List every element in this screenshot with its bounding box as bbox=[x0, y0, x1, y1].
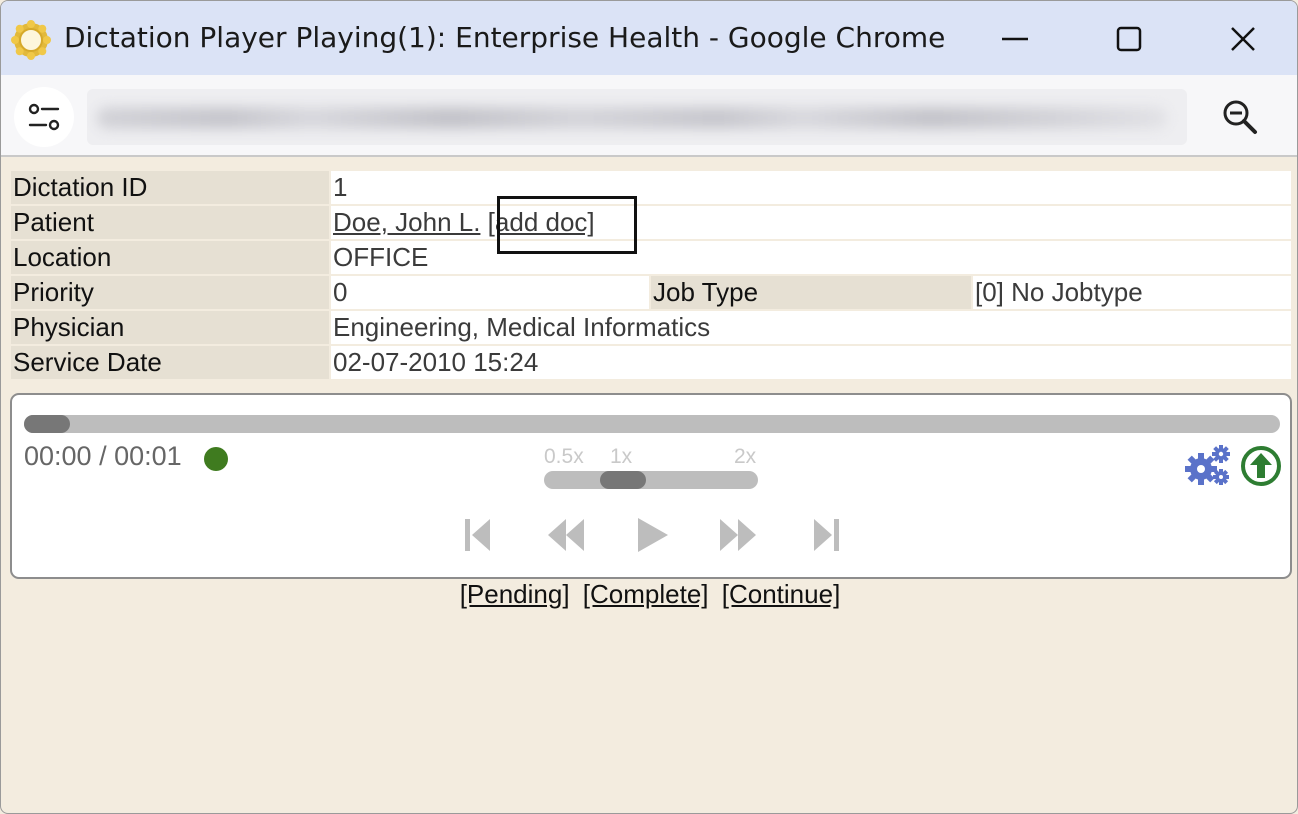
play-icon bbox=[638, 518, 668, 552]
fast-forward-button[interactable] bbox=[716, 513, 760, 557]
row-dictation-id: Dictation ID 1 bbox=[11, 171, 1291, 205]
job-type-value: [0] No Jobtype bbox=[973, 276, 1291, 309]
url-field[interactable] bbox=[87, 89, 1187, 145]
location-label: Location bbox=[11, 241, 329, 274]
fast-forward-icon bbox=[720, 519, 756, 551]
physician-label: Physician bbox=[11, 311, 329, 344]
address-bar bbox=[1, 75, 1297, 157]
blurred-url bbox=[97, 107, 1167, 129]
row-location: Location OFFICE bbox=[11, 241, 1291, 275]
status-indicator bbox=[204, 447, 228, 471]
play-button[interactable] bbox=[630, 513, 674, 557]
service-date-label: Service Date bbox=[11, 346, 329, 379]
audio-player: 00:00 / 00:01 0.5x 1x 2x bbox=[10, 393, 1292, 579]
upload-icon[interactable] bbox=[1240, 445, 1282, 487]
speed-label-double: 2x bbox=[734, 445, 757, 468]
service-date-value: 02-07-2010 15:24 bbox=[331, 346, 1291, 379]
pending-link[interactable]: [Pending] bbox=[460, 579, 570, 609]
patient-label: Patient bbox=[11, 206, 329, 239]
patient-name-link[interactable]: Doe, John L. bbox=[333, 207, 480, 237]
complete-link[interactable]: [Complete] bbox=[583, 579, 709, 609]
location-value: OFFICE bbox=[331, 241, 1291, 274]
row-service-date: Service Date 02-07-2010 15:24 bbox=[11, 346, 1291, 380]
maximize-icon bbox=[1116, 26, 1142, 52]
speed-slider[interactable] bbox=[544, 471, 758, 489]
add-doc-link[interactable]: [add doc] bbox=[488, 207, 595, 237]
sun-logo-icon bbox=[11, 20, 51, 60]
browser-window: Dictation Player Playing(1): Enterprise … bbox=[0, 0, 1298, 814]
row-priority: Priority 0 Job Type [0] No Jobtype bbox=[11, 276, 1291, 310]
close-button[interactable] bbox=[1213, 15, 1273, 63]
dictation-id-label: Dictation ID bbox=[11, 171, 329, 204]
continue-link[interactable]: [Continue] bbox=[722, 579, 841, 609]
status-actions: [Pending] [Complete] [Continue] bbox=[1, 579, 1297, 610]
rewind-icon bbox=[548, 519, 584, 551]
row-patient: Patient Doe, John L. [add doc] bbox=[11, 206, 1291, 240]
site-settings-button[interactable] bbox=[14, 87, 74, 147]
patient-value: Doe, John L. [add doc] bbox=[331, 206, 1291, 239]
physician-value: Engineering, Medical Informatics bbox=[331, 311, 1291, 344]
row-physician: Physician Engineering, Medical Informati… bbox=[11, 311, 1291, 345]
zoom-out-icon[interactable] bbox=[1219, 97, 1263, 137]
priority-label: Priority bbox=[11, 276, 329, 309]
speed-slider-thumb[interactable] bbox=[600, 471, 646, 489]
rewind-button[interactable] bbox=[544, 513, 588, 557]
progress-fill bbox=[24, 415, 70, 433]
skip-to-start-icon bbox=[465, 519, 490, 551]
skip-to-end-button[interactable] bbox=[804, 513, 848, 557]
minimize-button[interactable] bbox=[985, 15, 1045, 63]
time-display: 00:00 / 00:01 bbox=[24, 441, 182, 471]
close-icon bbox=[1231, 27, 1255, 51]
speed-labels: 0.5x 1x 2x bbox=[544, 445, 764, 469]
speed-label-half: 0.5x bbox=[544, 445, 584, 468]
title-bar: Dictation Player Playing(1): Enterprise … bbox=[1, 1, 1297, 75]
skip-to-end-icon bbox=[814, 519, 839, 551]
job-type-label: Job Type bbox=[651, 276, 971, 309]
minimize-icon bbox=[1002, 37, 1028, 41]
skip-to-start-button[interactable] bbox=[456, 513, 500, 557]
window-title: Dictation Player Playing(1): Enterprise … bbox=[64, 21, 946, 54]
speed-label-normal: 1x bbox=[610, 445, 633, 468]
progress-bar[interactable] bbox=[24, 415, 1280, 433]
maximize-button[interactable] bbox=[1099, 15, 1159, 63]
dictation-id-value: 1 bbox=[331, 171, 1291, 204]
site-settings-icon bbox=[28, 103, 60, 131]
gear-icon[interactable] bbox=[1184, 443, 1232, 487]
priority-value: 0 bbox=[331, 276, 649, 309]
